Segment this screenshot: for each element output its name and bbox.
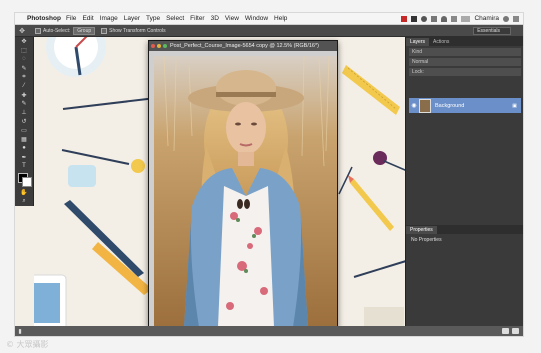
blur-tool-icon[interactable]: ● (19, 144, 29, 152)
fullscreen-icon[interactable] (512, 328, 519, 334)
type-tool-icon[interactable]: T (19, 162, 29, 170)
marquee-tool-icon[interactable]: ⬚ (19, 46, 29, 54)
lasso-tool-icon[interactable]: ◌ (19, 55, 29, 63)
menu-type[interactable]: Type (146, 15, 160, 22)
document-title: Post_Perfect_Course_Image-5654 copy @ 12… (170, 43, 319, 49)
search-icon[interactable] (503, 15, 509, 22)
menu-bar: Photoshop File Edit Image Layer Type Sel… (15, 13, 523, 25)
menu-status-area: Chamira (401, 15, 523, 22)
background-color-swatch[interactable] (22, 177, 32, 187)
show-transform-checkbox[interactable] (101, 27, 108, 34)
wifi-icon[interactable] (441, 15, 448, 22)
auto-select-checkbox[interactable] (35, 27, 41, 34)
kind-label: Kind (412, 49, 423, 55)
properties-empty-text: No Properties (411, 237, 442, 243)
auto-select-dropdown[interactable]: Group (73, 26, 96, 35)
lock-label: Lock: (412, 69, 424, 75)
minimize-icon[interactable] (157, 44, 161, 48)
quick-select-tool-icon[interactable]: ✎ (19, 64, 29, 72)
menu-window[interactable]: Window (245, 15, 268, 22)
menu-3d[interactable]: 3D (211, 15, 219, 22)
layers-panel-tabs: Layers Actions (406, 37, 523, 46)
menu-app-name[interactable]: Photoshop (27, 15, 61, 22)
document-title-bar[interactable]: Post_Perfect_Course_Image-5654 copy @ 12… (149, 41, 337, 51)
lock-row[interactable]: Lock: (409, 68, 521, 76)
properties-panel-tabs: Properties (406, 225, 523, 234)
document-photo[interactable] (154, 56, 337, 327)
menu-edit[interactable]: Edit (82, 15, 93, 22)
screen: Photoshop File Edit Image Layer Type Sel… (14, 12, 524, 337)
volume-icon[interactable] (502, 328, 509, 334)
clock-icon[interactable] (421, 15, 428, 22)
panels-dock: Layers Actions Kind Normal Lock: ◉ Backg… (405, 37, 523, 336)
menu-help[interactable]: Help (274, 15, 287, 22)
menu-filter[interactable]: Filter (190, 15, 204, 22)
eyedropper-tool-icon[interactable]: ⁄ (19, 82, 29, 90)
tab-layers[interactable]: Layers (406, 38, 430, 46)
clone-stamp-tool-icon[interactable]: ⊥ (19, 109, 29, 117)
pen-tool-icon[interactable]: ✒ (19, 153, 29, 161)
history-brush-tool-icon[interactable]: ↺ (19, 118, 29, 126)
status-bar: ▮ (15, 326, 523, 336)
watermark: © 大眾攝影 (6, 340, 49, 349)
menu-view[interactable]: View (225, 15, 239, 22)
zoom-tool-icon[interactable]: ⌕ (19, 198, 29, 206)
bluetooth-icon[interactable] (431, 15, 438, 22)
layer-name: Background (435, 102, 465, 109)
shield-icon[interactable] (411, 15, 418, 22)
layer-row-background[interactable]: ◉ Background ▣ (409, 98, 521, 113)
move-tool-icon[interactable]: ✥ (15, 27, 29, 35)
healing-tool-icon[interactable]: ✚ (19, 91, 29, 99)
maximize-icon[interactable] (163, 44, 167, 48)
options-bar: ✥ Auto-Select: Group Show Transform Cont… (15, 25, 523, 37)
layer-filter-kind[interactable]: Kind (409, 48, 521, 56)
menu-file[interactable]: File (66, 15, 76, 22)
workspace-dropdown[interactable]: Essentials (473, 26, 511, 35)
show-transform-label: Show Transform Controls (109, 27, 166, 34)
move-tool-icon[interactable]: ✥ (19, 38, 29, 46)
auto-select-label: Auto-Select: (43, 27, 71, 34)
layer-thumbnail (419, 98, 431, 113)
menu-select[interactable]: Select (166, 15, 184, 22)
gradient-tool-icon[interactable]: ▦ (19, 135, 29, 143)
menu-image[interactable]: Image (100, 15, 118, 22)
list-icon[interactable] (513, 15, 519, 22)
lock-icon: ▣ (512, 102, 517, 109)
close-icon[interactable] (151, 44, 155, 48)
battery-icon[interactable] (461, 15, 471, 22)
brush-tool-icon[interactable]: ✎ (19, 100, 29, 108)
tab-actions[interactable]: Actions (429, 38, 453, 46)
hand-tool-icon[interactable]: ✋ (19, 189, 29, 197)
record-icon[interactable] (401, 15, 408, 22)
blend-mode-label: Normal (412, 59, 429, 65)
visibility-eye-icon[interactable]: ◉ (409, 102, 419, 109)
document-window: Post_Perfect_Course_Image-5654 copy @ 12… (148, 40, 338, 328)
document-icon[interactable]: ▮ (15, 328, 25, 335)
eraser-tool-icon[interactable]: ▭ (19, 126, 29, 134)
volume-icon[interactable] (451, 15, 458, 22)
user-name[interactable]: Chamira (474, 15, 499, 22)
tools-panel: ✥ ⬚ ◌ ✎ ⌗ ⁄ ✚ ✎ ⊥ ↺ ▭ ▦ ● ✒ T ➤ ■ ✋ ⌕ (15, 37, 34, 206)
status-controls (502, 328, 523, 334)
tab-properties[interactable]: Properties (406, 226, 437, 234)
crop-tool-icon[interactable]: ⌗ (19, 73, 29, 81)
blend-mode-dropdown[interactable]: Normal (409, 58, 521, 66)
menu-layer[interactable]: Layer (124, 15, 140, 22)
